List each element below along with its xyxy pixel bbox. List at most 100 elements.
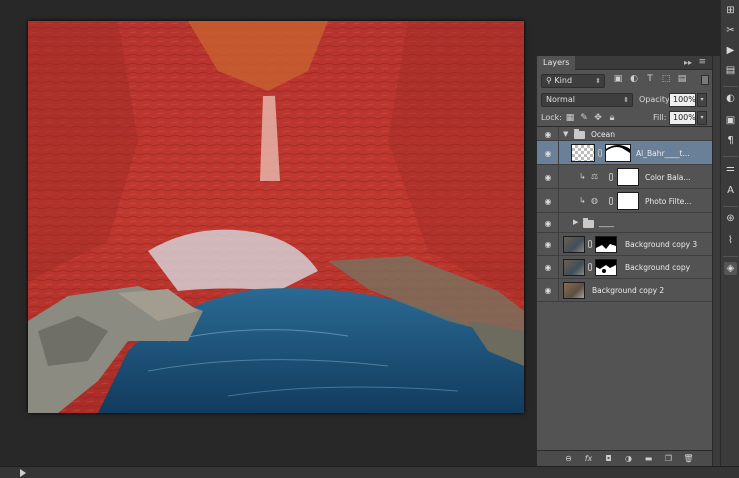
visibility-eye-icon[interactable]: ◉	[541, 130, 555, 139]
layers-panel-footer: ⊖ fx ◘ ◑ ▬ ❐ 🗑︎	[537, 450, 713, 466]
link-icon[interactable]: ⊖	[563, 454, 574, 464]
trash-icon[interactable]: 🗑︎	[683, 454, 694, 464]
document-workspace[interactable]	[0, 0, 533, 466]
photo-filter-icon: ◍	[591, 196, 598, 205]
expand-arrow-icon[interactable]: ▼	[563, 130, 568, 138]
fill-input[interactable]: 100%	[669, 111, 696, 125]
kind-filter-dropdown[interactable]: ⚲ Kind ⬍	[541, 74, 605, 88]
panel-header: Layers ▸▸ ≡	[537, 56, 712, 70]
info-icon[interactable]: ▤	[724, 64, 737, 77]
layers-icon[interactable]: ◈	[724, 262, 737, 275]
layer-name: Background copy 3	[625, 240, 698, 249]
adjust-icon[interactable]: ⚌	[724, 162, 737, 175]
fx-icon[interactable]: fx	[583, 454, 594, 464]
link-icon[interactable]	[588, 240, 592, 248]
clip-arrow-icon: ↳	[579, 196, 586, 205]
channels-icon[interactable]: ⊛	[724, 212, 737, 225]
paths-icon[interactable]: A	[724, 184, 737, 197]
visibility-eye-icon[interactable]: ◉	[541, 286, 555, 295]
mask-thumbnail	[595, 236, 617, 253]
opacity-label: Opacity:	[639, 95, 672, 104]
layer-name: Ocean	[591, 130, 615, 139]
layer-row-background-copy-3[interactable]: ◉ Background copy 3	[537, 233, 713, 256]
panel-menu-icon[interactable]: ≡	[698, 57, 706, 67]
mask-thumbnail	[595, 259, 617, 276]
layer-name: Color Bala...	[645, 173, 691, 182]
layer-row-color-balance[interactable]: ◉ ↳ ⚖ Color Bala...	[537, 165, 713, 189]
visibility-eye-icon[interactable]: ◉	[541, 173, 555, 182]
lock-all-icon[interactable]: 🔒︎	[607, 113, 617, 123]
visibility-eye-icon[interactable]: ◉	[541, 149, 555, 158]
paths-pen-icon[interactable]: ⌇	[724, 234, 737, 247]
layer-row-background-copy[interactable]: ◉ Background copy	[537, 256, 713, 279]
filter-row: ⚲ Kind ⬍ ▣ ◐ T ⬚ ▤	[537, 72, 713, 90]
history-icon[interactable]: ⊞	[724, 4, 737, 17]
fill-label: Fill:	[653, 113, 667, 122]
folder-icon	[583, 218, 594, 228]
opacity-slider-button[interactable]: ▾	[697, 93, 707, 107]
tab-layers[interactable]: Layers	[537, 56, 576, 70]
lock-label: Lock:	[541, 113, 562, 122]
chevron-down-icon: ⬍	[595, 77, 601, 85]
layers-panel: Layers ▸▸ ≡ ⚲ Kind ⬍ ▣ ◐ T ⬚ ▤ Normal ⬍ …	[536, 56, 713, 466]
lock-image-icon[interactable]: ✎	[579, 113, 589, 123]
panel-icon-strip: ⊞ ✂ ▶ ▤ ◐ ▣ ¶ ⚌ A ⊛ ⌇ ◈	[720, 0, 739, 466]
visibility-eye-icon[interactable]: ◉	[541, 240, 555, 249]
layer-name: ____	[599, 218, 614, 227]
brush-icon[interactable]: ◐	[724, 92, 737, 105]
adjustment-filter-icon[interactable]: ◐	[629, 74, 639, 84]
layer-thumbnail	[571, 144, 595, 162]
layer-row-ocean-group[interactable]: ◉ ▼ Ocean	[537, 127, 713, 141]
filter-toggle[interactable]	[701, 75, 709, 85]
visibility-eye-icon[interactable]: ◉	[541, 263, 555, 272]
blend-mode-dropdown[interactable]: Normal ⬍	[541, 93, 633, 107]
visibility-eye-icon[interactable]: ◉	[541, 197, 555, 206]
folder-icon[interactable]: ▬	[643, 454, 654, 464]
link-icon[interactable]	[609, 197, 613, 205]
shape-filter-icon[interactable]: ⬚	[661, 74, 671, 84]
clone-icon[interactable]: ▣	[724, 114, 737, 127]
panel-dock-handle[interactable]	[712, 56, 720, 466]
layer-name: Background copy 2	[592, 286, 665, 295]
layer-thumbnail	[563, 282, 585, 299]
folder-icon	[574, 129, 585, 139]
blend-row: Normal ⬍ Opacity: 100% ▾	[537, 92, 713, 110]
layer-row-background-copy-2[interactable]: ◉ Background copy 2	[537, 279, 713, 302]
lock-transparent-icon[interactable]: ▦	[565, 113, 575, 123]
play-icon[interactable]: ▶	[724, 44, 737, 57]
link-icon[interactable]	[609, 173, 613, 181]
text-icon[interactable]: ¶	[724, 134, 737, 147]
mask-thumbnail	[617, 192, 639, 210]
status-bar	[0, 466, 739, 478]
tools-icon[interactable]: ✂	[724, 24, 737, 37]
expand-arrow-icon[interactable]: ▶	[573, 218, 578, 226]
document-canvas[interactable]	[28, 21, 524, 413]
status-menu-icon[interactable]	[20, 469, 26, 477]
clip-arrow-icon: ↳	[579, 172, 586, 181]
fill-slider-button[interactable]: ▾	[697, 111, 707, 125]
layer-row-collapsed-group[interactable]: ◉ ▶ ____	[537, 213, 713, 233]
link-icon[interactable]	[588, 263, 592, 271]
layer-name: Al_Bahr____t...	[636, 149, 690, 158]
chevron-down-icon: ⬍	[623, 96, 629, 104]
layer-row-al-bahr[interactable]: ◉ Al_Bahr____t...	[537, 141, 713, 165]
balance-scale-icon: ⚖	[591, 172, 599, 181]
mask-thumbnail	[617, 168, 639, 186]
layer-thumbnail	[563, 259, 585, 276]
visibility-eye-icon[interactable]: ◉	[541, 219, 555, 228]
kind-filter-value: Kind	[554, 76, 573, 85]
layer-row-photo-filter[interactable]: ◉ ↳ ◍ Photo Filte...	[537, 189, 713, 213]
mask-icon[interactable]: ◘	[603, 454, 614, 464]
opacity-input[interactable]: 100%	[669, 93, 696, 107]
lock-position-icon[interactable]: ✥	[593, 113, 603, 123]
layer-name: Background copy	[625, 263, 691, 272]
new-layer-icon[interactable]: ❐	[663, 454, 674, 464]
smart-object-filter-icon[interactable]: ▤	[677, 74, 687, 84]
collapse-icon[interactable]: ▸▸	[684, 58, 692, 67]
type-filter-icon[interactable]: T	[645, 74, 655, 84]
pixel-filter-icon[interactable]: ▣	[613, 74, 623, 84]
canyon-waterfall-image	[28, 21, 524, 413]
mask-thumbnail	[605, 144, 631, 162]
link-icon[interactable]	[598, 149, 602, 157]
adjustment-icon[interactable]: ◑	[623, 454, 634, 464]
